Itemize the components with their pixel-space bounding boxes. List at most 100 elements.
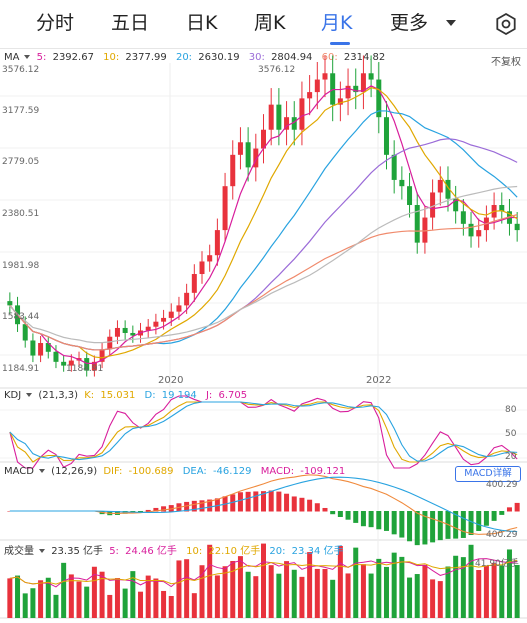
candle-body — [399, 179, 405, 187]
macd-bar — [330, 511, 336, 515]
candle-body — [30, 340, 36, 356]
candle-body — [161, 317, 167, 322]
price-axis-label: 1184.91 — [2, 364, 40, 374]
volume-bar — [437, 581, 443, 618]
volume-bar — [399, 556, 405, 618]
price-axis-label: 3177.59 — [2, 106, 40, 116]
volume-bar — [245, 571, 251, 618]
macd-bar — [514, 502, 520, 512]
volume-bar — [368, 573, 374, 618]
volume-name[interactable]: 成交量 — [4, 546, 34, 557]
macd-bar — [199, 500, 205, 512]
candle-body — [245, 142, 251, 168]
macd-value: -109.121 — [300, 466, 346, 477]
volume-bar — [276, 573, 282, 618]
candle-body — [345, 85, 351, 99]
volume-bar — [345, 573, 351, 618]
candle-body — [207, 255, 213, 262]
candle-body — [222, 186, 228, 231]
candle-body — [53, 351, 59, 362]
macd-params: (12,26,9) — [51, 466, 98, 477]
kdj-d-label: D: — [144, 390, 156, 401]
volume-bar — [299, 576, 305, 618]
macd-bar — [506, 507, 512, 512]
kdj-legend: KDJ (21,3,3) K: 15.031 D: 19.194 J: 6.70… — [4, 390, 253, 401]
kdj-j-value: 6.705 — [218, 390, 248, 401]
candle-body — [22, 324, 28, 341]
volume-bar — [253, 576, 259, 618]
vol20-value: 23.34 亿手 — [291, 546, 344, 557]
macd-dea-value: -46.129 — [212, 466, 252, 477]
macd-bar — [491, 511, 497, 521]
price-axis-label: 3576.12 — [2, 65, 40, 75]
volume-bar — [168, 595, 174, 618]
volume-bar — [353, 547, 359, 618]
kdj-name[interactable]: KDJ — [4, 390, 21, 401]
candle-body — [322, 73, 328, 80]
volume-bar — [30, 588, 36, 618]
volume-bar — [114, 578, 120, 618]
vol10-value: 22.10 亿手 — [208, 546, 261, 557]
candle-body — [168, 311, 174, 318]
volume-bar — [330, 579, 336, 618]
volume-bar — [161, 590, 167, 618]
macd-bar — [268, 490, 274, 512]
volume-bar — [61, 562, 67, 618]
volume-bar — [314, 568, 320, 618]
macd-bar — [237, 492, 243, 512]
macd-legend: MACD (12,26,9) DIF: -100.689 DEA: -46.12… — [4, 466, 351, 477]
macd-bar — [284, 493, 290, 512]
volume-bar — [22, 593, 28, 618]
vol5-value: 24.46 亿手 — [125, 546, 177, 557]
macd-dif-value: -100.689 — [128, 466, 174, 477]
volume-bar — [499, 565, 505, 618]
candle-body — [391, 154, 397, 180]
candle-body — [299, 98, 305, 130]
kdj-axis-label: 80 — [505, 405, 517, 415]
vol5-label: 5: — [109, 546, 119, 557]
candle-body — [460, 211, 466, 224]
candle-body — [107, 336, 113, 350]
macd-bar — [337, 511, 343, 517]
macd-bar — [360, 511, 366, 527]
volume-bar — [291, 569, 297, 618]
volume-bar — [453, 555, 459, 618]
macd-name[interactable]: MACD — [4, 466, 34, 477]
kdj-k-value: 15.031 — [100, 390, 136, 401]
volume-bar — [176, 560, 182, 618]
kdj-j-label: J: — [205, 390, 213, 401]
candle-body — [122, 327, 128, 333]
volume-bar — [15, 575, 21, 618]
volume-bar — [491, 563, 497, 618]
candle-body — [514, 223, 520, 231]
candle-body — [330, 73, 336, 105]
volume-bar — [38, 580, 44, 618]
macd-axis-label: 400.29 — [486, 480, 518, 490]
volume-bar — [138, 591, 144, 618]
low-price-marker: 1184.91 — [66, 364, 104, 374]
volume-bar — [84, 586, 90, 618]
macd-bar — [314, 503, 320, 512]
candle-body — [422, 217, 428, 243]
macd-axis-label: 400.29 — [486, 530, 518, 540]
candle-body — [476, 230, 482, 237]
volume-bar — [445, 566, 451, 618]
macd-bar — [499, 511, 505, 515]
ma-line-30 — [9, 138, 518, 351]
macd-bar — [245, 491, 251, 512]
macd-dif-label: DIF: — [103, 466, 123, 477]
chevron-down-icon[interactable] — [38, 469, 45, 473]
volume-bar — [184, 559, 190, 618]
candle-body — [407, 186, 413, 206]
volume-bar — [514, 564, 520, 618]
kdj-d-line — [9, 401, 518, 462]
volume-bar — [407, 577, 413, 618]
x-axis-label: 2020 — [158, 375, 184, 386]
macd-bar — [430, 511, 436, 543]
macd-bar — [345, 511, 351, 520]
candle-body — [214, 230, 220, 256]
chevron-down-icon[interactable] — [39, 549, 45, 553]
kdj-params: (21,3,3) — [38, 390, 79, 401]
volume-bar — [422, 564, 428, 618]
chevron-down-icon[interactable] — [26, 393, 33, 397]
